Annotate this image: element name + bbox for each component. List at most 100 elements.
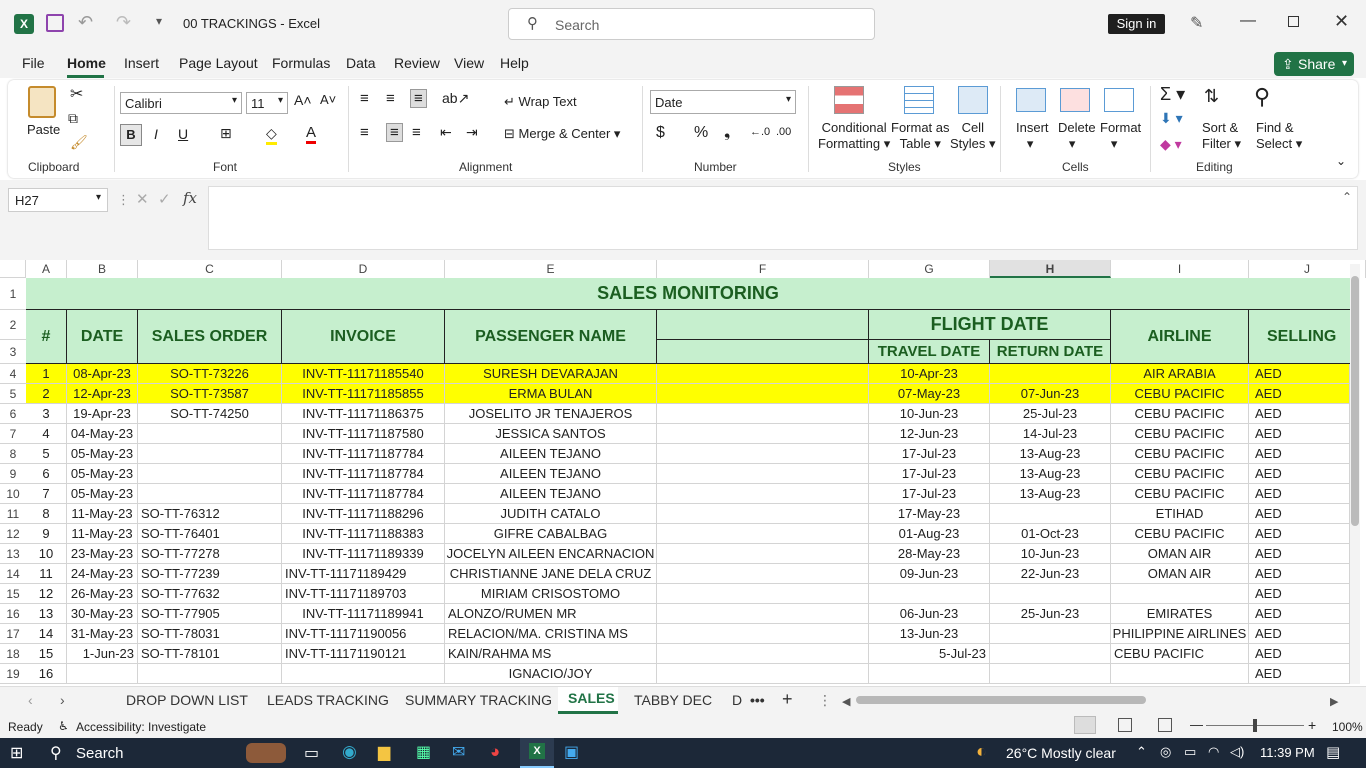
cell-f[interactable]: [657, 544, 869, 564]
tab-next-icon[interactable]: ›: [60, 692, 65, 708]
cell-f[interactable]: [657, 584, 869, 604]
delete-cells-icon[interactable]: [1060, 88, 1090, 112]
cell-airline[interactable]: CEBU PACIFIC: [1111, 644, 1249, 664]
cell-sales-order[interactable]: SO-TT-76312: [138, 504, 282, 524]
cell-travel-date[interactable]: 17-Jul-23: [869, 444, 990, 464]
enter-icon[interactable]: ✓: [158, 190, 171, 208]
cell-sales-order[interactable]: [138, 424, 282, 444]
cell-return-date[interactable]: [990, 584, 1111, 604]
insert-button[interactable]: Insert ▾: [1016, 120, 1049, 152]
menu-review[interactable]: Review: [394, 55, 440, 71]
cell-passenger-name[interactable]: SURESH DEVARAJAN: [445, 364, 657, 384]
cell-selling-currency[interactable]: AED: [1249, 444, 1350, 464]
italic-button[interactable]: I: [154, 126, 158, 142]
cell-date[interactable]: 05-May-23: [67, 484, 138, 504]
cell-f[interactable]: [657, 424, 869, 444]
cell-airline[interactable]: CEBU PACIFIC: [1111, 444, 1249, 464]
minimize-button[interactable]: —: [1240, 12, 1256, 30]
cell-passenger-name[interactable]: JUDITH CATALO: [445, 504, 657, 524]
sort-filter-icon[interactable]: ⇅: [1204, 86, 1219, 107]
cell-travel-date[interactable]: 07-May-23: [869, 384, 990, 404]
horizontal-scroll-thumb[interactable]: [856, 696, 1146, 704]
cell-passenger-name[interactable]: MIRIAM CRISOSTOMO: [445, 584, 657, 604]
column-header-b[interactable]: B: [67, 260, 138, 278]
cell-passenger-name[interactable]: AILEEN TEJANO: [445, 484, 657, 504]
cell-num[interactable]: 8: [26, 504, 67, 524]
cell-return-date[interactable]: 13-Aug-23: [990, 444, 1111, 464]
add-sheet-icon[interactable]: +: [782, 689, 793, 710]
cell-sales-order[interactable]: [138, 464, 282, 484]
cell-selling-currency[interactable]: AED: [1249, 564, 1350, 584]
column-header-i[interactable]: I: [1111, 260, 1249, 278]
cell-airline[interactable]: [1111, 664, 1249, 684]
cell-passenger-name[interactable]: JOCELYN AILEEN ENCARNACION: [445, 544, 657, 564]
cell-invoice[interactable]: INV-TT-11171188296: [282, 504, 445, 524]
cell-f[interactable]: [657, 624, 869, 644]
cell-f[interactable]: [657, 564, 869, 584]
formula-input[interactable]: [208, 186, 1358, 250]
cell-airline[interactable]: ETIHAD: [1111, 504, 1249, 524]
row-header-16[interactable]: 16: [0, 604, 26, 624]
align-top-icon[interactable]: ≡: [360, 90, 369, 107]
menu-data[interactable]: Data: [346, 55, 376, 71]
cell-f[interactable]: [657, 504, 869, 524]
cell-num[interactable]: 16: [26, 664, 67, 684]
header-num[interactable]: #: [26, 310, 67, 364]
header-return-date[interactable]: RETURN DATE: [990, 340, 1111, 364]
cell-return-date[interactable]: 25-Jun-23: [990, 604, 1111, 624]
select-all-corner[interactable]: [0, 260, 26, 278]
tab-leads-tracking[interactable]: LEADS TRACKING: [267, 692, 389, 708]
cell-date[interactable]: 1-Jun-23: [67, 644, 138, 664]
cell-styles-icon[interactable]: [958, 86, 988, 114]
decrease-font-icon[interactable]: A˅: [320, 92, 336, 107]
cell-date[interactable]: [67, 664, 138, 684]
currency-icon[interactable]: $: [656, 124, 665, 142]
cell-travel-date[interactable]: 09-Jun-23: [869, 564, 990, 584]
row-header-18[interactable]: 18: [0, 644, 26, 664]
undo-icon[interactable]: ↶: [78, 12, 93, 33]
menu-page-layout[interactable]: Page Layout: [179, 55, 258, 71]
excel-taskbar-icon[interactable]: X: [520, 738, 554, 768]
more-tabs-icon[interactable]: •••: [750, 692, 765, 708]
cell-travel-date[interactable]: 17-Jul-23: [869, 464, 990, 484]
format-as-table-icon[interactable]: [904, 86, 934, 114]
bold-button[interactable]: B: [120, 124, 142, 146]
cell-selling-currency[interactable]: AED: [1249, 664, 1350, 684]
cell-invoice[interactable]: INV-TT-11171185855: [282, 384, 445, 404]
cell-airline[interactable]: AIR ARABIA: [1111, 364, 1249, 384]
battery-icon[interactable]: ▭: [1184, 744, 1196, 760]
cell-sales-order[interactable]: SO-TT-73587: [138, 384, 282, 404]
delete-button[interactable]: Delete ▾: [1058, 120, 1096, 152]
cell-selling-currency[interactable]: AED: [1249, 644, 1350, 664]
header-f-blank-2[interactable]: [657, 340, 869, 364]
cell-date[interactable]: 04-May-23: [67, 424, 138, 444]
cell-invoice[interactable]: INV-TT-11171190121: [282, 644, 445, 664]
vertical-scrollbar[interactable]: [1350, 264, 1360, 684]
row-header-7[interactable]: 7: [0, 424, 26, 444]
column-header-f[interactable]: F: [657, 260, 869, 278]
store-icon[interactable]: ▦: [416, 742, 431, 762]
cell-sales-order[interactable]: SO-TT-78031: [138, 624, 282, 644]
cell-num[interactable]: 5: [26, 444, 67, 464]
header-sales-order[interactable]: SALES ORDER: [138, 310, 282, 364]
cell-return-date[interactable]: [990, 504, 1111, 524]
increase-decimal-icon[interactable]: ←.0: [750, 126, 770, 138]
align-bottom-icon[interactable]: ≡: [410, 89, 427, 108]
pen-icon[interactable]: ✎: [1190, 13, 1203, 33]
collapse-ribbon-icon[interactable]: ⌄: [1336, 154, 1346, 168]
cell-num[interactable]: 10: [26, 544, 67, 564]
cell-invoice[interactable]: INV-TT-11171190056: [282, 624, 445, 644]
cell-date[interactable]: 12-Apr-23: [67, 384, 138, 404]
conditional-formatting-icon[interactable]: [834, 86, 864, 114]
cell-sales-order[interactable]: [138, 444, 282, 464]
cell-date[interactable]: 24-May-23: [67, 564, 138, 584]
header-selling[interactable]: SELLING: [1249, 310, 1350, 364]
row-header-2[interactable]: 2: [0, 310, 26, 340]
cell-date[interactable]: 08-Apr-23: [67, 364, 138, 384]
row-header-15[interactable]: 15: [0, 584, 26, 604]
autosum-icon[interactable]: Σ ▾: [1160, 84, 1185, 105]
cell-date[interactable]: 11-May-23: [67, 524, 138, 544]
row-header-13[interactable]: 13: [0, 544, 26, 564]
format-cells-icon[interactable]: [1104, 88, 1134, 112]
cell-invoice[interactable]: INV-TT-11171189429: [282, 564, 445, 584]
